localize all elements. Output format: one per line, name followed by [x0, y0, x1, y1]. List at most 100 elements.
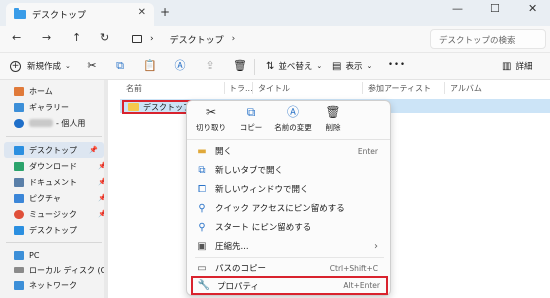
share-icon[interactable]: ⇪ — [202, 58, 218, 74]
new-label: 新規作成 — [27, 62, 62, 72]
forward-button[interactable]: → — [42, 31, 51, 44]
minimize-button[interactable]: — — [452, 2, 463, 15]
wrench-icon: 🔧 — [197, 280, 211, 291]
menu-item-properties[interactable]: 🔧 プロパティ Alt+Enter — [191, 276, 388, 295]
command-bar: + 新規作成 ⌄ ✂ ⧉ 📋 Ⓐ ⇪ 🗑 ⇅ 並べ替え ⌄ ▤ 表示 ⌄ •••… — [0, 52, 550, 80]
rename-icon[interactable]: Ⓐ — [172, 58, 188, 74]
sidebar-item-pc[interactable]: PC — [14, 248, 39, 262]
cut-icon: ✂ — [205, 105, 217, 119]
sidebar-item-onedrive[interactable]: - 個人用 — [14, 116, 85, 130]
menu-item-label: 圧縮先... — [215, 242, 249, 252]
sidebar-item-label: ミュージック — [29, 209, 77, 219]
address-bar: ← → ↑ ↻ › デスクトップ › デスクトップの検索 — [0, 26, 550, 52]
sidebar-item-gallery[interactable]: ギャラリー — [14, 100, 69, 114]
sidebar-item-music[interactable]: ミュージック 📌 — [14, 207, 107, 221]
path-box[interactable]: › デスクトップ › — [126, 29, 422, 49]
tab-label: デスクトップ — [32, 11, 87, 21]
sidebar-item-label: PC — [29, 250, 40, 260]
view-icon: ▤ — [332, 60, 342, 72]
sidebar-item-label: ピクチャ — [29, 193, 61, 203]
sidebar-item-documents[interactable]: ドキュメント 📌 — [14, 175, 107, 189]
music-icon — [14, 209, 24, 219]
picture-icon — [14, 193, 24, 203]
delete-icon[interactable]: 🗑 — [232, 58, 248, 74]
copy-icon[interactable]: ⧉ — [112, 58, 128, 74]
new-button[interactable]: + 新規作成 ⌄ — [10, 60, 71, 72]
sort-button[interactable]: ⇅ 並べ替え ⌄ — [266, 60, 322, 73]
menu-item-label: パスのコピー — [215, 264, 267, 274]
sidebar-item-home[interactable]: ホーム — [14, 84, 53, 98]
rename-label: 名前の変更 — [274, 123, 312, 132]
folder-icon — [128, 103, 139, 111]
refresh-button[interactable]: ↻ — [100, 31, 109, 44]
new-window-icon: ⧠ — [198, 183, 206, 195]
up-button[interactable]: ↑ — [72, 31, 81, 44]
sort-icon: ⇅ — [266, 60, 275, 72]
column-header-album[interactable]: アルバム — [450, 83, 482, 94]
paste-icon[interactable]: 📋 — [142, 58, 158, 74]
cut-action[interactable]: ✂ 切り取り — [191, 105, 231, 133]
column-header-track[interactable]: トラ... — [229, 83, 253, 94]
sidebar-item-label: ホーム — [29, 86, 53, 96]
file-name: デスクトップ — [143, 102, 191, 112]
path-chevron-icon[interactable]: › — [150, 34, 154, 44]
menu-item-compress[interactable]: ▣ 圧縮先... › — [195, 237, 384, 255]
new-tab-icon: ⧉ — [198, 164, 206, 176]
menu-item-copy-path[interactable]: ▭ パスのコピー Ctrl+Shift+C — [195, 259, 384, 277]
copy-path-icon: ▭ — [197, 262, 207, 274]
view-label: 表示 — [345, 62, 363, 72]
sidebar-item-label: ダウンロード — [29, 161, 77, 171]
close-window-button[interactable]: ✕ — [528, 2, 537, 15]
cut-icon[interactable]: ✂ — [84, 58, 100, 74]
sidebar-item-pictures[interactable]: ピクチャ 📌 — [14, 191, 107, 205]
breadcrumb-chevron-icon[interactable]: › — [232, 34, 236, 44]
copy-action[interactable]: ⧉ コピー — [231, 105, 271, 133]
menu-shortcut: Ctrl+Shift+C — [329, 263, 378, 273]
maximize-button[interactable]: ☐ — [490, 2, 500, 15]
menu-item-open-new-tab[interactable]: ⧉ 新しいタブで開く — [195, 161, 384, 179]
pin-icon: ⚲ — [198, 221, 206, 233]
details-button[interactable]: ▥ 詳細 — [502, 60, 532, 73]
cloud-icon — [14, 118, 24, 128]
download-icon — [14, 161, 24, 171]
menu-item-open[interactable]: ▬ 開く Enter — [195, 142, 384, 160]
delete-label: 削除 — [325, 123, 341, 132]
back-button[interactable]: ← — [12, 31, 21, 44]
menu-item-label: 開く — [215, 147, 233, 157]
view-button[interactable]: ▤ 表示 ⌄ — [332, 60, 372, 73]
tab-desktop[interactable]: デスクトップ ✕ — [6, 3, 154, 26]
menu-item-pin-quick-access[interactable]: ⚲ クイック アクセスにピン留めする — [195, 199, 384, 217]
delete-action[interactable]: 🗑 削除 — [313, 105, 353, 133]
column-header-name[interactable]: 名前 — [126, 83, 142, 94]
menu-shortcut: Alt+Enter — [343, 281, 380, 290]
pin-icon[interactable]: 📌 — [89, 146, 98, 154]
menu-item-pin-start[interactable]: ⚲ スタート にピン留めする — [195, 218, 384, 236]
menu-divider — [195, 257, 384, 258]
archive-icon: ▣ — [197, 240, 207, 252]
column-header-title[interactable]: タイトル — [258, 83, 290, 94]
new-tab-button[interactable]: + — [160, 5, 170, 19]
cut-label: 切り取り — [196, 123, 226, 132]
sort-label: 並べ替え — [278, 62, 313, 72]
sidebar-item-label: ネットワーク — [29, 280, 77, 290]
sidebar-item-network[interactable]: ネットワーク — [14, 278, 77, 292]
network-icon — [14, 280, 24, 290]
breadcrumb-desktop[interactable]: デスクトップ — [170, 33, 224, 46]
column-divider — [224, 82, 225, 94]
rename-action[interactable]: Ⓐ 名前の変更 — [269, 105, 317, 133]
sidebar-item-local-disk[interactable]: ローカル ディスク (C:) — [14, 263, 112, 277]
sidebar-item-desktop-2[interactable]: デスクトップ — [14, 223, 77, 237]
delete-icon: 🗑 — [325, 105, 341, 119]
sidebar-item-downloads[interactable]: ダウンロード 📌 — [14, 159, 107, 173]
rename-icon: Ⓐ — [286, 105, 299, 119]
monitor-icon — [132, 35, 142, 43]
sidebar-item-desktop[interactable]: デスクトップ 📌 — [4, 142, 104, 158]
search-input[interactable]: デスクトップの検索 — [430, 29, 546, 49]
monitor-icon — [14, 250, 24, 260]
tab-close-icon[interactable]: ✕ — [138, 7, 146, 18]
folder-icon — [14, 8, 26, 19]
copy-icon: ⧉ — [246, 105, 256, 119]
column-header-artist[interactable]: 参加アーティスト — [368, 83, 431, 94]
menu-item-open-new-window[interactable]: ⧠ 新しいウィンドウで開く — [195, 180, 384, 198]
more-options-button[interactable]: ••• — [388, 60, 406, 70]
